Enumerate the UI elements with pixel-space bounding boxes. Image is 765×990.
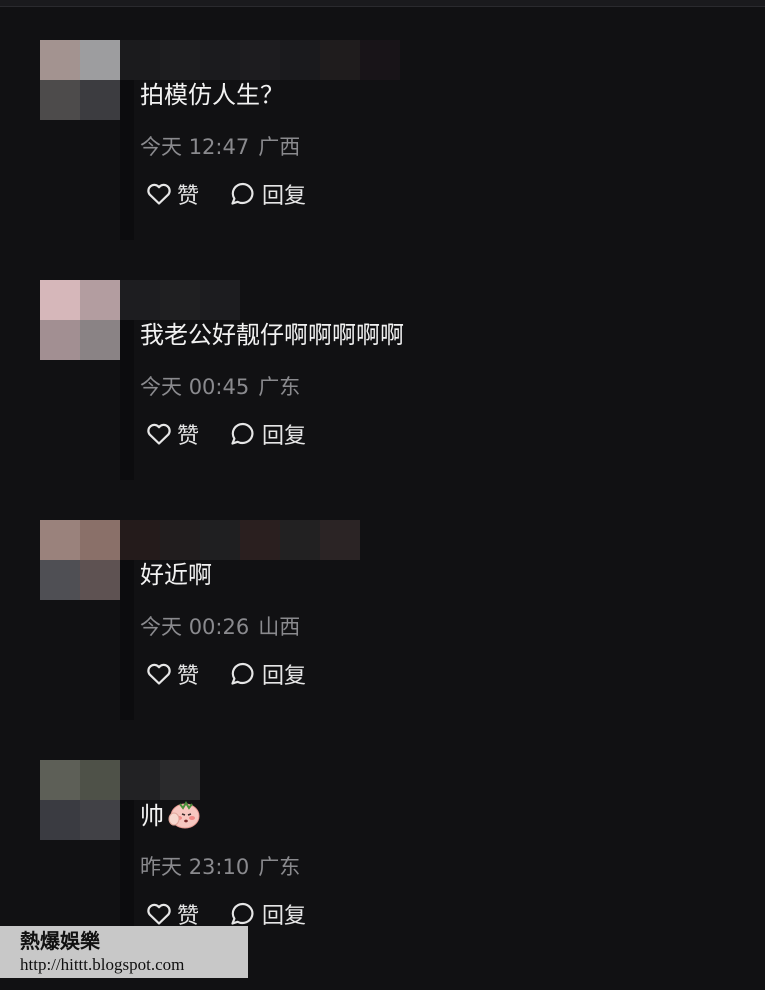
thread-line [120, 560, 134, 720]
avatar[interactable] [40, 40, 120, 120]
heart-outline-icon [147, 663, 171, 685]
comment-actions: 赞 回复 [146, 658, 336, 690]
comment-location: 广东 [258, 855, 301, 879]
speech-bubble-outline-icon [231, 422, 254, 445]
like-button[interactable]: 赞 [146, 418, 199, 450]
comment-text: 帅 [140, 798, 202, 833]
comment-text: 我老公好靓仔啊啊啊啊啊 [140, 321, 404, 349]
comment-time: 00:45 [188, 375, 250, 399]
thread-line [120, 320, 134, 480]
comment-text-content: 帅 [140, 802, 164, 830]
like-label: 赞 [177, 184, 200, 209]
username-blurred[interactable] [120, 280, 240, 320]
like-button[interactable]: 赞 [146, 658, 199, 690]
like-label: 赞 [177, 424, 200, 449]
comment-location: 山西 [258, 615, 301, 639]
comment-text: 好近啊 [140, 561, 212, 589]
comment-meta: 昨天 23:10 广东 [140, 852, 300, 882]
speech-bubble-outline-icon [231, 902, 254, 925]
comment-location: 广东 [258, 375, 301, 399]
comment-date: 今天 [140, 135, 182, 159]
watermark-url: http://hittt.blogspot.com [20, 955, 185, 974]
reply-label: 回复 [262, 424, 307, 449]
comment-date: 今天 [140, 615, 182, 639]
thread-line [120, 80, 134, 240]
reply-label: 回复 [262, 904, 307, 929]
heart-outline-icon [147, 423, 171, 445]
like-button[interactable]: 赞 [146, 178, 199, 210]
reply-button[interactable]: 回复 [229, 658, 306, 690]
comment-time: 12:47 [188, 135, 250, 159]
shy-face-emoji-icon [168, 801, 200, 829]
avatar[interactable] [40, 760, 120, 840]
comment-meta: 今天 12:47 广西 [140, 132, 300, 162]
speech-bubble-outline-icon [231, 182, 254, 205]
comment-item: 拍模仿人生？ 今天 12:47 广西 赞 回复 [0, 40, 765, 270]
comment-text: 拍模仿人生？ [140, 81, 284, 109]
username-blurred[interactable] [120, 760, 200, 800]
reply-label: 回复 [262, 184, 307, 209]
like-label: 赞 [177, 664, 200, 689]
comment-actions: 赞 回复 [146, 418, 336, 450]
avatar[interactable] [40, 280, 120, 360]
top-divider [0, 0, 765, 7]
comment-date: 昨天 [140, 855, 182, 879]
comment-item: 我老公好靓仔啊啊啊啊啊 今天 00:45 广东 赞 回复 [0, 280, 765, 510]
comment-item: 好近啊 今天 00:26 山西 赞 回复 [0, 520, 765, 750]
reply-button[interactable]: 回复 [229, 418, 306, 450]
speech-bubble-outline-icon [231, 662, 254, 685]
comment-actions: 赞 回复 [146, 178, 336, 210]
comment-meta: 今天 00:45 广东 [140, 372, 300, 402]
comment-date: 今天 [140, 375, 182, 399]
avatar[interactable] [40, 520, 120, 600]
reply-label: 回复 [262, 664, 307, 689]
username-blurred[interactable] [120, 520, 360, 560]
comment-location: 广西 [258, 135, 301, 159]
comment-time: 23:10 [188, 855, 250, 879]
username-blurred[interactable] [120, 40, 400, 80]
reply-button[interactable]: 回复 [229, 178, 306, 210]
watermark: 熱爆娛樂 http://hittt.blogspot.com [0, 926, 248, 978]
watermark-title: 熱爆娛樂 [20, 929, 100, 953]
heart-outline-icon [147, 903, 171, 925]
comment-meta: 今天 00:26 山西 [140, 612, 300, 642]
heart-outline-icon [147, 183, 171, 205]
comment-time: 00:26 [188, 615, 250, 639]
